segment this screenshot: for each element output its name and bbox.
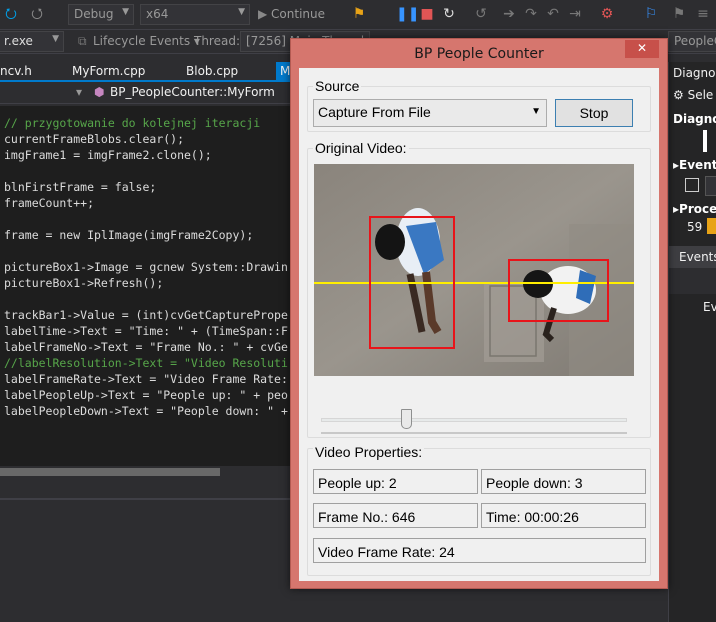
trackbar-track[interactable]	[321, 418, 627, 422]
tab-blob-cpp[interactable]: Blob.cpp	[186, 64, 238, 78]
vs-toolbar: ⭮ ⭯ Debug ▼ x64 ▼ ▶ Continue ⚑ ❚❚ ■ ↻ ↺ ➔ …	[0, 0, 716, 30]
memory-bar	[707, 218, 716, 234]
diag-events-heading: ▸Event	[673, 158, 716, 172]
restart-icon[interactable]: ↻	[440, 5, 458, 23]
forward-icon[interactable]: ⭯	[28, 5, 46, 23]
stop-icon[interactable]: ■	[418, 5, 436, 23]
chevron-down-icon: ▼	[531, 106, 541, 117]
diag-timeline-marker	[703, 130, 707, 152]
back-icon[interactable]: ⭮	[2, 5, 20, 23]
diagnostic-tools-panel: Diagnos ⚙ Sele Diagno ▸Event ▸Proce 59 E…	[668, 62, 716, 622]
diag-events-tab[interactable]: Events	[669, 246, 716, 268]
tab-ncv-h[interactable]: ncv.h	[0, 64, 32, 78]
platform-select[interactable]: x64 ▼	[140, 4, 250, 25]
navigation-bar: ▾ ⬢ BP_PeopleCounter::MyForm	[0, 82, 290, 104]
window-title: BP People Counter	[414, 46, 544, 62]
run-cursor-icon[interactable]: ⇥	[566, 5, 584, 23]
code-line: //labelResolution->Text = "Video Resolut…	[4, 356, 288, 370]
process-select[interactable]: r.exe ▼	[0, 31, 64, 52]
diag-select-tools[interactable]: ⚙ Sele	[673, 88, 713, 102]
diag-memory-value: 59	[687, 220, 703, 234]
code-line: labelFrameNo->Text = "Frame No.: " + cvG…	[4, 340, 288, 354]
step-into-icon[interactable]: ➔	[500, 5, 518, 23]
nav-member-select[interactable]: BP_PeopleCounter::MyForm	[110, 85, 275, 99]
lifecycle-icon: ⧉	[78, 34, 87, 48]
code-line: currentFrameBlobs.clear();	[4, 132, 185, 146]
video-picture-box	[314, 164, 634, 376]
time-label: Time: 00:00:26	[481, 503, 646, 528]
trackbar-ticks	[321, 432, 627, 434]
diag-session-heading: Diagno	[673, 112, 716, 126]
code-line: labelPeopleDown->Text = "People down: " …	[4, 404, 288, 418]
breakpoint-icon[interactable]: ⚙	[598, 5, 616, 23]
code-line: labelTime->Text = "Time: " + (TimeSpan::…	[4, 324, 288, 338]
code-line: pictureBox1->Refresh();	[4, 276, 164, 290]
source-select[interactable]: Capture From File ▼	[313, 99, 547, 127]
trackbar-thumb[interactable]	[400, 409, 412, 429]
frame-number-label: Frame No.: 646	[313, 503, 478, 528]
people-counter-window: BP People Counter ✕ Source Capture From …	[290, 38, 668, 589]
thread-label: Thread:	[194, 34, 241, 48]
events-filter[interactable]	[705, 176, 716, 196]
diag-events-column: Ev	[703, 300, 716, 314]
lifecycle-events-button[interactable]: Lifecycle Events ▾	[93, 34, 200, 48]
code-line: labelFrameRate->Text = "Video Frame Rate…	[4, 372, 288, 386]
diag-title: Diagnos	[673, 66, 716, 80]
gear-icon: ⚙	[673, 88, 688, 102]
code-line: // przygotowanie do kolejnej iteracji	[4, 116, 261, 130]
frame-rate-label: Video Frame Rate: 24	[313, 538, 646, 563]
video-frame	[314, 164, 634, 376]
code-line: frameCount++;	[4, 196, 95, 210]
comment-icon[interactable]: ≡	[694, 5, 712, 23]
flag-icon[interactable]: ⚑	[670, 5, 688, 23]
play-icon: ▶	[258, 7, 272, 21]
code-line: labelPeopleUp->Text = "People up: " + pe…	[4, 388, 288, 402]
step-over-icon[interactable]: ↷	[522, 5, 540, 23]
close-button[interactable]: ✕	[625, 40, 659, 58]
class-icon: ⬢	[94, 85, 105, 99]
pause-icon[interactable]: ❚❚	[396, 5, 419, 23]
step-out-icon[interactable]: ↶	[544, 5, 562, 23]
video-properties-label: Video Properties:	[313, 444, 425, 460]
stack-frame-select[interactable]: PeopleCounter.	[668, 31, 716, 52]
nav-dropdown-icon[interactable]: ▾	[76, 85, 82, 99]
config-select[interactable]: Debug ▼	[68, 4, 134, 25]
close-icon: ✕	[636, 41, 648, 55]
stop-button[interactable]: Stop	[555, 99, 633, 127]
tab-myform-cpp[interactable]: MyForm.cpp	[72, 64, 145, 78]
person1-head	[375, 224, 405, 260]
editor-tabs: ncv.h MyForm.cpp Blob.cpp M	[0, 62, 295, 82]
code-line: blnFirstFrame = false;	[4, 180, 157, 194]
code-line: imgFrame1 = imgFrame2.clone();	[4, 148, 212, 162]
attach-icon[interactable]: ⚑	[350, 5, 368, 23]
continue-button[interactable]: ▶ Continue	[258, 7, 325, 21]
editor-hscroll-thumb[interactable]	[0, 468, 220, 476]
people-up-label: People up: 2	[313, 469, 478, 494]
code-line: trackBar1->Value = (int)cvGetCaptureProp…	[4, 308, 288, 322]
code-line: frame = new IplImage(imgFrame2Copy);	[4, 228, 254, 242]
pause-events-icon[interactable]	[685, 178, 699, 192]
code-line: pictureBox1->Image = gcnew System::Drawi…	[4, 260, 288, 274]
panel-divider	[0, 498, 290, 500]
code-editor[interactable]: // przygotowanie do kolejnej iteracji cur…	[0, 106, 290, 466]
show-next-icon[interactable]: ↺	[472, 5, 490, 23]
source-label: Source	[313, 78, 362, 94]
window-client-area: Source Capture From File ▼ Stop Original…	[299, 68, 659, 581]
diag-events-toolbar	[669, 268, 716, 294]
bookmark-icon[interactable]: ⚐	[642, 5, 660, 23]
original-video-label: Original Video:	[313, 140, 409, 156]
diag-process-heading: ▸Proce	[673, 202, 716, 216]
people-down-label: People down: 3	[481, 469, 646, 494]
